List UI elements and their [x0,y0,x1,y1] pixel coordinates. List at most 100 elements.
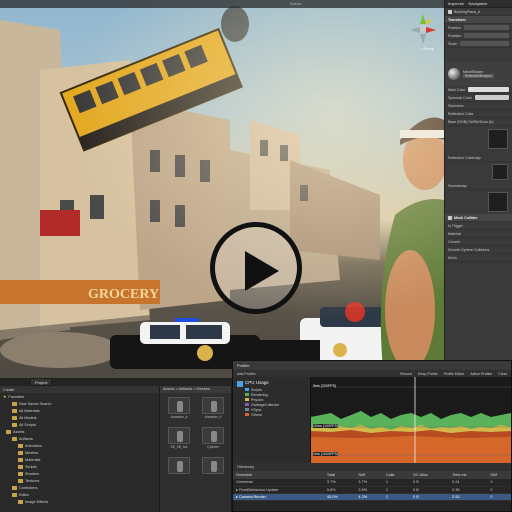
tree-item[interactable]: Meshes [0,449,159,456]
material-row[interactable]: Shininess [445,102,512,110]
column-header[interactable]: Calls [382,471,411,479]
legend-label: Rendering [251,392,268,397]
create-button[interactable]: Create [0,386,159,393]
perspective-label[interactable]: < Persp [420,46,434,51]
rotation-row[interactable]: Rotation [445,32,512,40]
tree-item[interactable]: Artifacts [0,435,159,442]
rotation-field[interactable] [464,33,509,38]
material-header[interactable]: MeshShader Reflective/Bumped [445,62,512,86]
active-checkbox[interactable] [448,9,452,14]
collider-row[interactable]: Convex [445,238,512,246]
specular-color-swatch[interactable] [474,95,509,100]
object-name-row[interactable]: BuildingPlaza_d [445,8,512,16]
tree-item-label: All Scripts [19,422,36,427]
tree-item-label: Editor [19,492,29,497]
table-cell: 4.2% [355,493,383,501]
folder-icon [18,450,23,455]
mesh-collider-header[interactable]: Mesh Collider [445,214,512,222]
tab-project[interactable]: Project [30,378,53,386]
folder-icon [12,422,17,427]
asset-tile[interactable] [198,457,228,481]
folder-icon [12,408,17,413]
tab-navigation[interactable]: Navigation [468,1,487,6]
table-row[interactable]: Overhead 3.7% 3.7% 1 0 B 0.24 0 [233,479,511,487]
collider-row[interactable]: Smooth Sphere Collisions [445,246,512,254]
position-field[interactable] [463,25,509,30]
assets-browser: Assets > Artifacts > Meshes character_a c… [160,386,232,512]
shader-dropdown[interactable]: Reflective/Bumped [463,74,494,78]
tree-item[interactable]: New Saved Search [0,400,159,407]
cpu-graph[interactable]: 5ms (200FPS) 10ms (100FPS) 1ms (1000FPS) [311,377,511,463]
transform-header[interactable]: Transform [445,16,512,24]
favorites-header[interactable]: ★ Favorites [0,393,159,400]
tab-inspector[interactable]: Inspector [448,1,464,6]
table-cell: 0.24 [449,479,488,487]
table-row[interactable]: ▸ FixedBehaviour.Update 5.8% 2.6% 1 0 B 0.38 0 [233,486,511,494]
column-header[interactable]: GC Alloc [410,471,450,479]
scale-field[interactable] [460,41,509,46]
cubemap-slot[interactable] [492,164,508,180]
tree-item[interactable]: Controllers [0,484,159,491]
profiler-titlebar[interactable]: Profiler [233,361,511,370]
material-row[interactable]: Reflection Cubemap [445,154,512,162]
column-header[interactable]: Self [355,471,383,479]
record-button[interactable]: Record [400,372,412,376]
position-row[interactable]: Position [445,24,512,32]
reflection-color-label: Reflection Color [448,111,474,116]
scene-tab[interactable]: Scene [0,0,444,8]
material-row[interactable]: Normalmap [445,182,512,190]
collider-row[interactable]: Is Trigger [445,222,512,230]
table-row[interactable]: ▸ Camera.Render 45.0% 4.2% 1 0 B 2.93 0 [233,493,511,501]
object-name[interactable]: BuildingPlaza_d [454,10,480,14]
table-cell: 5.8% [323,486,356,494]
clear-button[interactable]: Clear [498,372,507,376]
legend-item[interactable]: Others [233,412,310,417]
texture-slot[interactable] [488,129,508,149]
active-profiler-button[interactable]: Active Profiler [470,372,492,376]
asset-tile[interactable]: Cylinder [198,427,228,451]
column-header[interactable]: Total [323,471,356,479]
tree-item[interactable]: All Scripts [0,421,159,428]
tree-item[interactable]: Materials [0,456,159,463]
main-color-swatch[interactable] [468,87,509,92]
add-profiler-button[interactable]: Add Profiler [237,372,256,376]
tree-item[interactable]: Assets [0,428,159,435]
tree-item[interactable]: Textures [0,477,159,484]
column-header[interactable]: Time ms [449,471,488,479]
profiler-table: Overview Total Self Calls GC Alloc Time ms Sel… [233,471,511,501]
play-button[interactable] [210,222,302,314]
asset-tile[interactable]: character_a [164,397,194,421]
asset-tile[interactable] [164,457,194,481]
tree-item[interactable]: Editor [0,491,159,498]
collider-row[interactable]: Material [445,230,512,238]
tree-item[interactable]: Scripts [0,463,159,470]
scene-gizmo-icon[interactable] [408,12,438,46]
play-icon [245,251,279,291]
tree-item[interactable]: Animation [0,442,159,449]
normalmap-slot[interactable] [488,192,508,212]
scale-row[interactable]: Scale [445,40,512,48]
column-header[interactable]: Overview [233,471,324,479]
profile-editor-button[interactable]: Profile Editor [444,372,465,376]
tree-item[interactable]: All Models [0,414,159,421]
deep-profile-button[interactable]: Deep Profile [418,372,438,376]
collider-enabled-checkbox[interactable] [448,215,452,220]
collider-row[interactable]: Mesh [445,254,512,262]
favorites-label: Favorites [8,394,25,399]
asset-name: Cylinder [207,445,219,449]
material-row[interactable]: Main Color [445,86,512,94]
tree-item[interactable]: Shaders [0,470,159,477]
asset-tile[interactable]: character_b [198,397,228,421]
scene-view[interactable]: GROCERY [0,0,444,378]
material-row[interactable]: Reflection Color [445,110,512,118]
asset-tile[interactable]: SE_Kill_Act [164,427,194,451]
tree-item[interactable]: Image Effects [0,498,159,505]
material-row[interactable]: Base (RGB) RefStrGloss (A) [445,118,512,126]
tree-item[interactable]: All Materials [0,407,159,414]
assets-breadcrumb[interactable]: Assets > Artifacts > Meshes [160,386,231,393]
mesh-collider-label: Mesh Collider [454,215,478,220]
column-header[interactable]: Self [487,471,511,479]
legend-label: GarbageCollector [251,402,280,407]
material-row[interactable]: Specular Color [445,94,512,102]
hierarchy-dropdown[interactable]: Hierarchy [233,463,511,471]
